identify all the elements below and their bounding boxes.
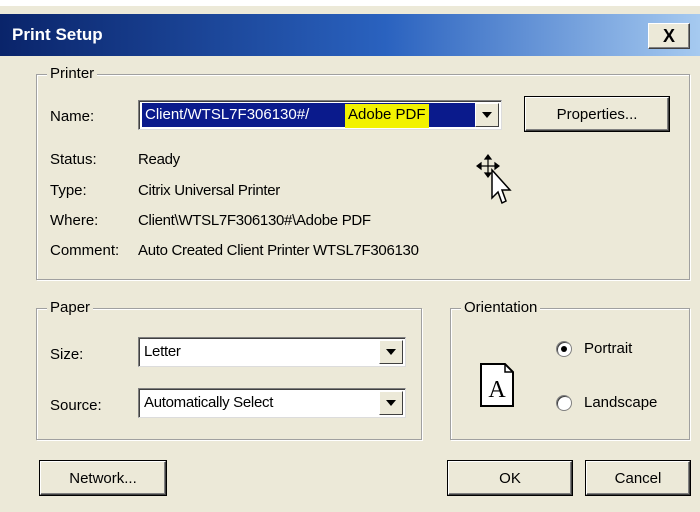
comment-label: Comment:: [50, 242, 120, 259]
portrait-label[interactable]: Portrait: [584, 340, 632, 357]
paper-size-value: Letter: [144, 343, 181, 360]
move-cursor-icon: [476, 154, 512, 205]
ok-button[interactable]: OK: [448, 461, 572, 495]
size-label: Size:: [50, 346, 84, 363]
source-label: Source:: [50, 397, 102, 414]
close-button[interactable]: X: [648, 23, 690, 49]
name-label: Name:: [50, 108, 95, 125]
paper-size-select[interactable]: Letter: [138, 337, 406, 367]
title-bar: Print Setup X: [0, 14, 700, 56]
comment-value: Auto Created Client Printer WTSL7F306130: [138, 242, 419, 259]
status-value: Ready: [138, 151, 180, 168]
window-title: Print Setup: [12, 25, 103, 44]
type-value: Citrix Universal Printer: [138, 182, 280, 199]
landscape-radio[interactable]: [556, 395, 572, 411]
landscape-label[interactable]: Landscape: [584, 394, 657, 411]
network-button[interactable]: Network...: [40, 461, 166, 495]
chevron-down-icon: [386, 400, 396, 406]
status-label: Status:: [50, 151, 97, 168]
cancel-button[interactable]: Cancel: [586, 461, 690, 495]
printer-group-legend: Printer: [47, 65, 98, 82]
paper-source-value: Automatically Select: [144, 394, 274, 411]
printer-name-dropdown-button[interactable]: [475, 103, 499, 127]
print-setup-dialog: Print Setup X Printer Name: Client/WTSL7…: [0, 6, 700, 512]
radio-selected-dot: [561, 346, 567, 352]
where-label: Where:: [50, 212, 99, 229]
chevron-down-icon: [482, 112, 492, 118]
printer-name-select[interactable]: Client/WTSL7F306130#/ Adobe PDF: [138, 100, 502, 130]
portrait-page-icon: A: [480, 363, 514, 407]
orientation-group-legend: Orientation: [461, 299, 541, 316]
printer-name-selection: Client/WTSL7F306130#/ Adobe PDF: [142, 103, 475, 128]
paper-source-select[interactable]: Automatically Select: [138, 388, 406, 418]
close-icon: X: [662, 26, 675, 46]
paper-group: Paper: [36, 299, 422, 440]
chevron-down-icon: [386, 349, 396, 355]
printer-name-value-part1: Client/WTSL7F306130#/: [145, 106, 310, 123]
type-label: Type:: [50, 182, 87, 199]
paper-group-legend: Paper: [47, 299, 94, 316]
paper-source-dropdown-button[interactable]: [379, 391, 403, 415]
properties-button[interactable]: Properties...: [525, 97, 669, 131]
printer-name-value-highlight: Adobe PDF: [345, 104, 429, 128]
orientation-icon-letter: A: [488, 377, 506, 403]
portrait-radio[interactable]: [556, 341, 572, 357]
where-value: Client\WTSL7F306130#\Adobe PDF: [138, 212, 371, 229]
paper-size-dropdown-button[interactable]: [379, 340, 403, 364]
